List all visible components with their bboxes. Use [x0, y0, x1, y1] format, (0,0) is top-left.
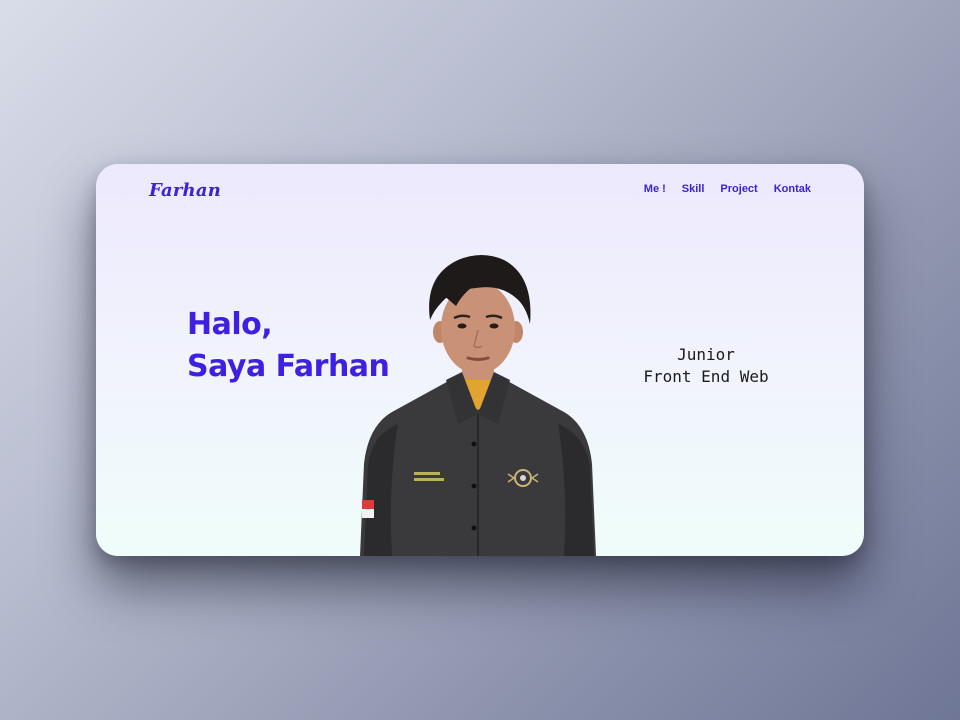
nav-link-kontak[interactable]: Kontak: [774, 183, 811, 195]
hero-role: Junior Front End Web: [616, 344, 796, 388]
profile-photo: [360, 255, 596, 556]
top-nav: Me ! Skill Project Kontak: [644, 183, 811, 195]
nav-link-me[interactable]: Me !: [644, 183, 666, 195]
nav-link-project[interactable]: Project: [720, 183, 757, 195]
site-logo[interactable]: Farhan: [149, 180, 221, 201]
role-line-2: Front End Web: [643, 367, 769, 386]
hero-card: Farhan Me ! Skill Project Kontak Halo, S…: [96, 164, 864, 556]
nav-link-skill[interactable]: Skill: [682, 183, 705, 195]
role-line-1: Junior: [677, 345, 735, 364]
